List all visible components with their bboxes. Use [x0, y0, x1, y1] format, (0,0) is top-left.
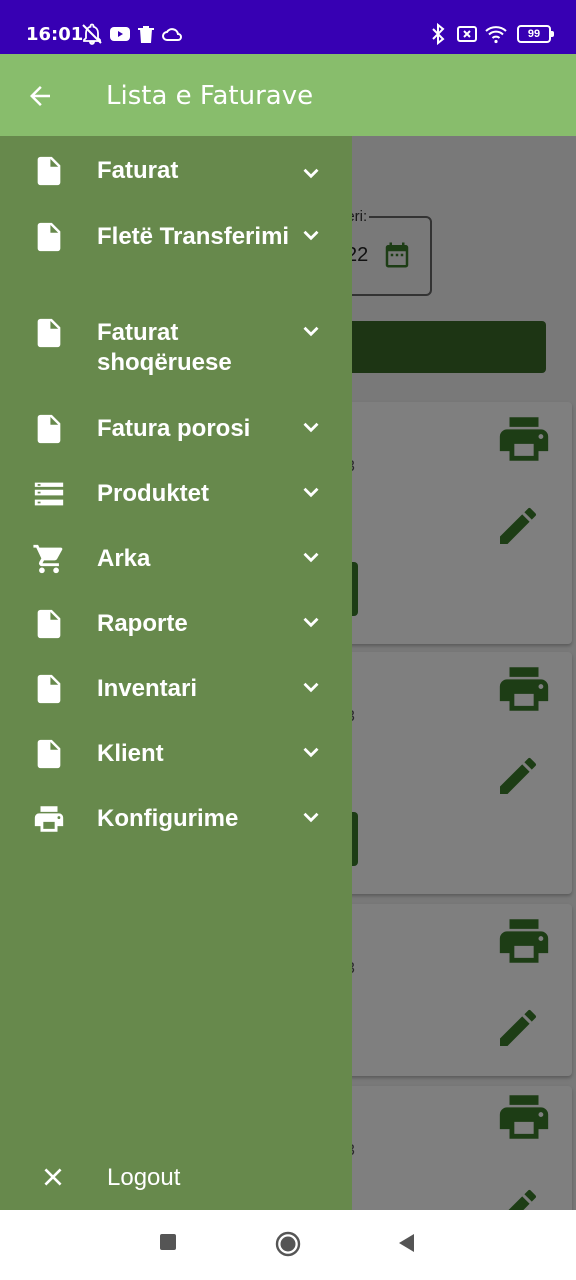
arrow-back-icon [30, 86, 50, 106]
logout-button[interactable]: Logout [0, 1158, 352, 1198]
wifi-icon [485, 26, 507, 44]
document-icon [37, 674, 61, 704]
menu-item-fatura-porosi[interactable]: Fatura porosi [0, 412, 352, 452]
menu-item-label: Faturat [97, 157, 179, 184]
navigation-drawer: Faturat Fletë Transferimi Faturat shoqër… [0, 136, 352, 1210]
menu-item-flete-transferimi[interactable]: Fletë Transferimi [0, 220, 352, 284]
home-button[interactable] [274, 1230, 302, 1258]
document-icon [37, 609, 61, 639]
document-icon [37, 739, 61, 769]
chevron-down-icon[interactable] [298, 609, 324, 635]
app-bar: Lista e Faturave [0, 54, 576, 136]
printer-icon [34, 806, 64, 832]
document-icon [37, 222, 61, 252]
sim-icon [457, 26, 477, 42]
list-icon [34, 482, 64, 506]
chevron-down-icon[interactable] [298, 318, 324, 344]
chevron-down-icon[interactable] [298, 544, 324, 570]
battery-icon: 99 [517, 25, 554, 43]
menu-item-arka[interactable]: Arka [0, 542, 352, 582]
menu-item-label: Faturat shoqëruese [97, 319, 232, 376]
chevron-down-icon[interactable] [298, 414, 324, 440]
notifications-off-icon [82, 23, 102, 45]
menu-item-label: Inventari [97, 675, 198, 702]
menu-item-inventari[interactable]: Inventari [0, 672, 352, 712]
status-bar: 16:01 99 [0, 0, 576, 54]
menu-item-label: Arka [97, 545, 151, 572]
document-icon [37, 318, 61, 348]
page-title: Lista e Faturave [106, 81, 314, 111]
close-icon [44, 1168, 62, 1186]
bluetooth-icon [432, 22, 445, 46]
status-time: 16:01 [26, 24, 84, 45]
chevron-down-icon[interactable] [298, 674, 324, 700]
menu-item-label: Konfigurime [97, 805, 239, 832]
chevron-down-icon[interactable] [298, 739, 324, 765]
logout-label: Logout [107, 1164, 181, 1191]
cart-icon [33, 544, 63, 574]
menu-item-label: Produktet [97, 480, 210, 507]
menu-item-faturat-shoqeruese[interactable]: Faturat shoqëruese [0, 316, 352, 380]
trash-icon [138, 26, 154, 43]
back-nav-button[interactable] [396, 1232, 418, 1254]
menu-item-raporte[interactable]: Raporte [0, 607, 352, 647]
chevron-down-icon[interactable] [298, 160, 324, 186]
chevron-down-icon[interactable] [298, 804, 324, 830]
menu-item-faturat[interactable]: Faturat [0, 154, 352, 202]
menu-item-produktet[interactable]: Produktet [0, 477, 352, 517]
battery-level: 99 [527, 28, 541, 40]
system-nav-bar [0, 1210, 576, 1280]
document-icon [37, 414, 61, 444]
recents-button[interactable] [158, 1232, 180, 1254]
menu-item-konfigurime[interactable]: Konfigurime [0, 802, 352, 842]
back-button[interactable] [22, 78, 58, 114]
document-icon [37, 156, 61, 186]
chevron-down-icon[interactable] [298, 222, 324, 248]
cloud-icon [162, 28, 182, 41]
menu-item-label: Raporte [97, 610, 188, 637]
menu-item-label: Fatura porosi [97, 415, 251, 442]
menu-item-label: Fletë Transferimi [97, 223, 290, 250]
menu-item-klient[interactable]: Klient [0, 737, 352, 777]
menu-item-label: Klient [97, 740, 164, 767]
youtube-icon [110, 27, 130, 41]
chevron-down-icon[interactable] [298, 479, 324, 505]
